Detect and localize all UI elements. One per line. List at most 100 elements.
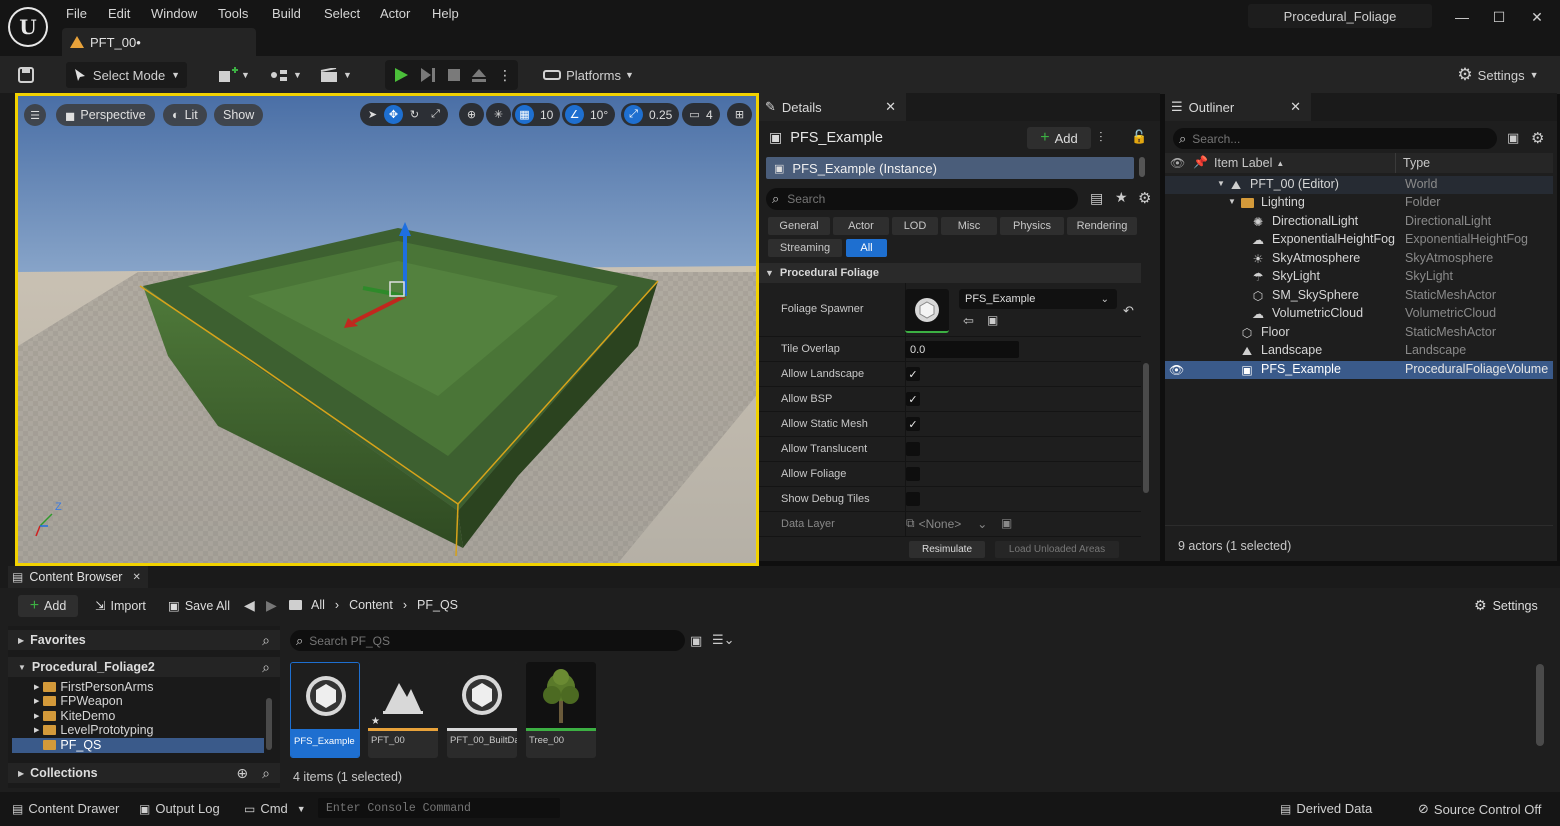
- details-settings-icon[interactable]: ⚙: [1138, 189, 1151, 207]
- outliner-row-height-fog[interactable]: ☁ ExponentialHeightFog ExponentialHeight…: [1165, 231, 1553, 249]
- type-header[interactable]: Type: [1403, 156, 1430, 170]
- data-layer-browse-icon[interactable]: ▣: [1001, 516, 1012, 530]
- folder-first-person-arms[interactable]: ▶ FirstPersonArms: [34, 680, 153, 694]
- cat-misc[interactable]: Misc: [941, 217, 997, 235]
- lock-icon[interactable]: 🔓: [1131, 129, 1147, 145]
- forward-icon[interactable]: ▶: [266, 597, 277, 614]
- save-search-icon[interactable]: ▣: [690, 633, 702, 649]
- add-content-button[interactable]: ▼: [215, 62, 253, 88]
- details-tab[interactable]: ✎ Details ✕: [759, 93, 906, 121]
- asset-tree-00[interactable]: Tree_00: [526, 662, 596, 758]
- outliner-row-floor[interactable]: ⬡ Floor StaticMeshActor: [1165, 324, 1553, 342]
- load-unloaded-areas-button[interactable]: Load Unloaded Areas: [995, 541, 1119, 558]
- sources-scrollbar[interactable]: [266, 698, 272, 750]
- surface-snap-icon[interactable]: ✳: [489, 105, 508, 124]
- menu-file[interactable]: File: [64, 6, 89, 22]
- grid-snap-icon[interactable]: ▦: [515, 105, 534, 124]
- rotation-snap-icon[interactable]: ∠: [565, 105, 584, 124]
- outliner-row-landscape[interactable]: ⛰ Landscape Landscape: [1165, 342, 1553, 360]
- visibility-header-icon[interactable]: 👁: [1170, 156, 1185, 170]
- advance-frame-icon[interactable]: [418, 62, 438, 88]
- folder-pf-qs[interactable]: ▶PF_QS: [34, 738, 101, 752]
- cb-add-button[interactable]: + Add: [18, 595, 78, 617]
- play-options-icon[interactable]: ⋮: [498, 62, 512, 88]
- outliner-row-sky-atmosphere[interactable]: ☀ SkyAtmosphere SkyAtmosphere: [1165, 250, 1553, 268]
- menu-window[interactable]: Window: [149, 6, 199, 22]
- asset-search-input[interactable]: [309, 633, 650, 648]
- world-space-icon[interactable]: ⊕: [462, 105, 481, 124]
- add-folder-icon[interactable]: ▣: [1507, 130, 1519, 146]
- favorites-header[interactable]: ▶ Favorites ⌕: [8, 630, 280, 650]
- asset-pfs-example[interactable]: PFS_Example: [290, 662, 360, 758]
- close-tab-icon[interactable]: ✕: [132, 572, 140, 583]
- menu-build[interactable]: Build: [270, 6, 303, 22]
- output-log-button[interactable]: ▣ Output Log: [139, 801, 220, 816]
- play-icon[interactable]: [391, 62, 411, 88]
- allow-bsp-checkbox[interactable]: ✓: [906, 392, 920, 406]
- cat-actor[interactable]: Actor: [833, 217, 889, 235]
- breadcrumb-all[interactable]: All: [311, 598, 325, 612]
- level-viewport[interactable]: Z ☰ ◼ Perspective ◐ Lit Show ➤ ✥ ↻ ⤢ ⊕ ✳ ▦…: [15, 93, 759, 566]
- cat-general[interactable]: General: [768, 217, 830, 235]
- project-root-header[interactable]: ▼ Procedural_Foliage2 ⌕: [8, 657, 280, 677]
- rotation-snap[interactable]: ∠ 10°: [562, 103, 616, 126]
- collections-header[interactable]: ▶ Collections ⊕ ⌕: [8, 763, 280, 783]
- menu-actor[interactable]: Actor: [378, 6, 412, 22]
- add-component-button[interactable]: + Add: [1027, 127, 1091, 149]
- camera-icon[interactable]: ▭: [685, 105, 704, 124]
- grid-snap[interactable]: ▦ 10: [512, 103, 561, 126]
- folder-level-prototyping[interactable]: ▶ LevelPrototyping: [34, 723, 154, 737]
- menu-select[interactable]: Select: [322, 6, 362, 22]
- layout-icon[interactable]: ⊞: [730, 105, 749, 124]
- browse-icon[interactable]: ▣: [987, 313, 998, 327]
- cat-rendering[interactable]: Rendering: [1067, 217, 1137, 235]
- menu-edit[interactable]: Edit: [106, 6, 132, 22]
- blueprint-icon[interactable]: ⫶: [1099, 129, 1103, 146]
- scale-snap[interactable]: ⤢ 0.25: [621, 103, 680, 126]
- rotate-tool-icon[interactable]: ↻: [405, 105, 424, 124]
- resimulate-button[interactable]: Resimulate: [909, 541, 985, 558]
- eye-icon[interactable]: 👁: [1169, 363, 1184, 377]
- outliner-row-world[interactable]: ▼ ⛰ PFT_00 (Editor) World: [1165, 176, 1553, 194]
- show-debug-tiles-checkbox[interactable]: [906, 492, 920, 506]
- outliner-row-volumetric-cloud[interactable]: ☁ VolumetricCloud VolumetricCloud: [1165, 305, 1553, 323]
- item-label-header[interactable]: Item Label ▲: [1214, 156, 1284, 170]
- outliner-row-lighting[interactable]: ▼ Lighting Folder: [1165, 194, 1553, 212]
- asset-pft-00-builtdata[interactable]: PFT_00_BuiltData: [447, 662, 517, 758]
- cb-settings-button[interactable]: ⚙ Settings: [1474, 597, 1538, 614]
- close-tab-icon[interactable]: ✕: [1290, 99, 1301, 115]
- cmd-dropdown[interactable]: ▭ Cmd ▼: [244, 801, 306, 816]
- breadcrumb-pf-qs[interactable]: PF_QS: [417, 598, 458, 612]
- save-icon[interactable]: [14, 62, 38, 88]
- blueprints-button[interactable]: ▼: [267, 62, 305, 88]
- level-tab[interactable]: PFT_00•: [62, 28, 256, 56]
- save-all-button[interactable]: ▣ Save All: [168, 598, 230, 614]
- allow-translucent-checkbox[interactable]: [906, 442, 920, 456]
- eject-icon[interactable]: [469, 62, 489, 88]
- console-input[interactable]: [326, 801, 554, 815]
- translate-tool-icon[interactable]: ✥: [384, 105, 403, 124]
- unreal-logo-icon[interactable]: U: [8, 7, 48, 47]
- cinematics-button[interactable]: ▼: [317, 62, 355, 88]
- breadcrumb-content[interactable]: Content: [349, 598, 393, 612]
- scale-tool-icon[interactable]: ⤢: [426, 105, 445, 124]
- outliner-row-directional-light[interactable]: ✺ DirectionalLight DirectionalLight: [1165, 213, 1553, 231]
- settings-button[interactable]: ⚙ Settings ▼: [1453, 62, 1543, 88]
- search-icon[interactable]: ⌕: [262, 632, 270, 649]
- lit-button[interactable]: ◐ Lit: [163, 104, 207, 126]
- tile-overlap-input[interactable]: 0.0: [905, 341, 1019, 358]
- reset-icon[interactable]: ↶: [1123, 303, 1134, 319]
- content-drawer-button[interactable]: ▤ Content Drawer: [12, 801, 119, 816]
- viewport-menu-icon[interactable]: ☰: [24, 104, 46, 126]
- details-search-input[interactable]: [787, 192, 1048, 206]
- maximize-icon[interactable]: ☐: [1490, 8, 1508, 26]
- use-selected-icon[interactable]: ⇦: [963, 313, 974, 329]
- show-button[interactable]: Show: [214, 104, 264, 126]
- filter-icon[interactable]: ☰⌄: [712, 632, 735, 648]
- favorite-star-icon[interactable]: ★: [1115, 189, 1128, 206]
- menu-help[interactable]: Help: [430, 6, 461, 22]
- scale-snap-icon[interactable]: ⤢: [624, 105, 643, 124]
- table-view-icon[interactable]: ▤: [1090, 190, 1103, 207]
- perspective-button[interactable]: ◼ Perspective: [56, 104, 155, 126]
- details-scrollbar[interactable]: [1143, 363, 1149, 493]
